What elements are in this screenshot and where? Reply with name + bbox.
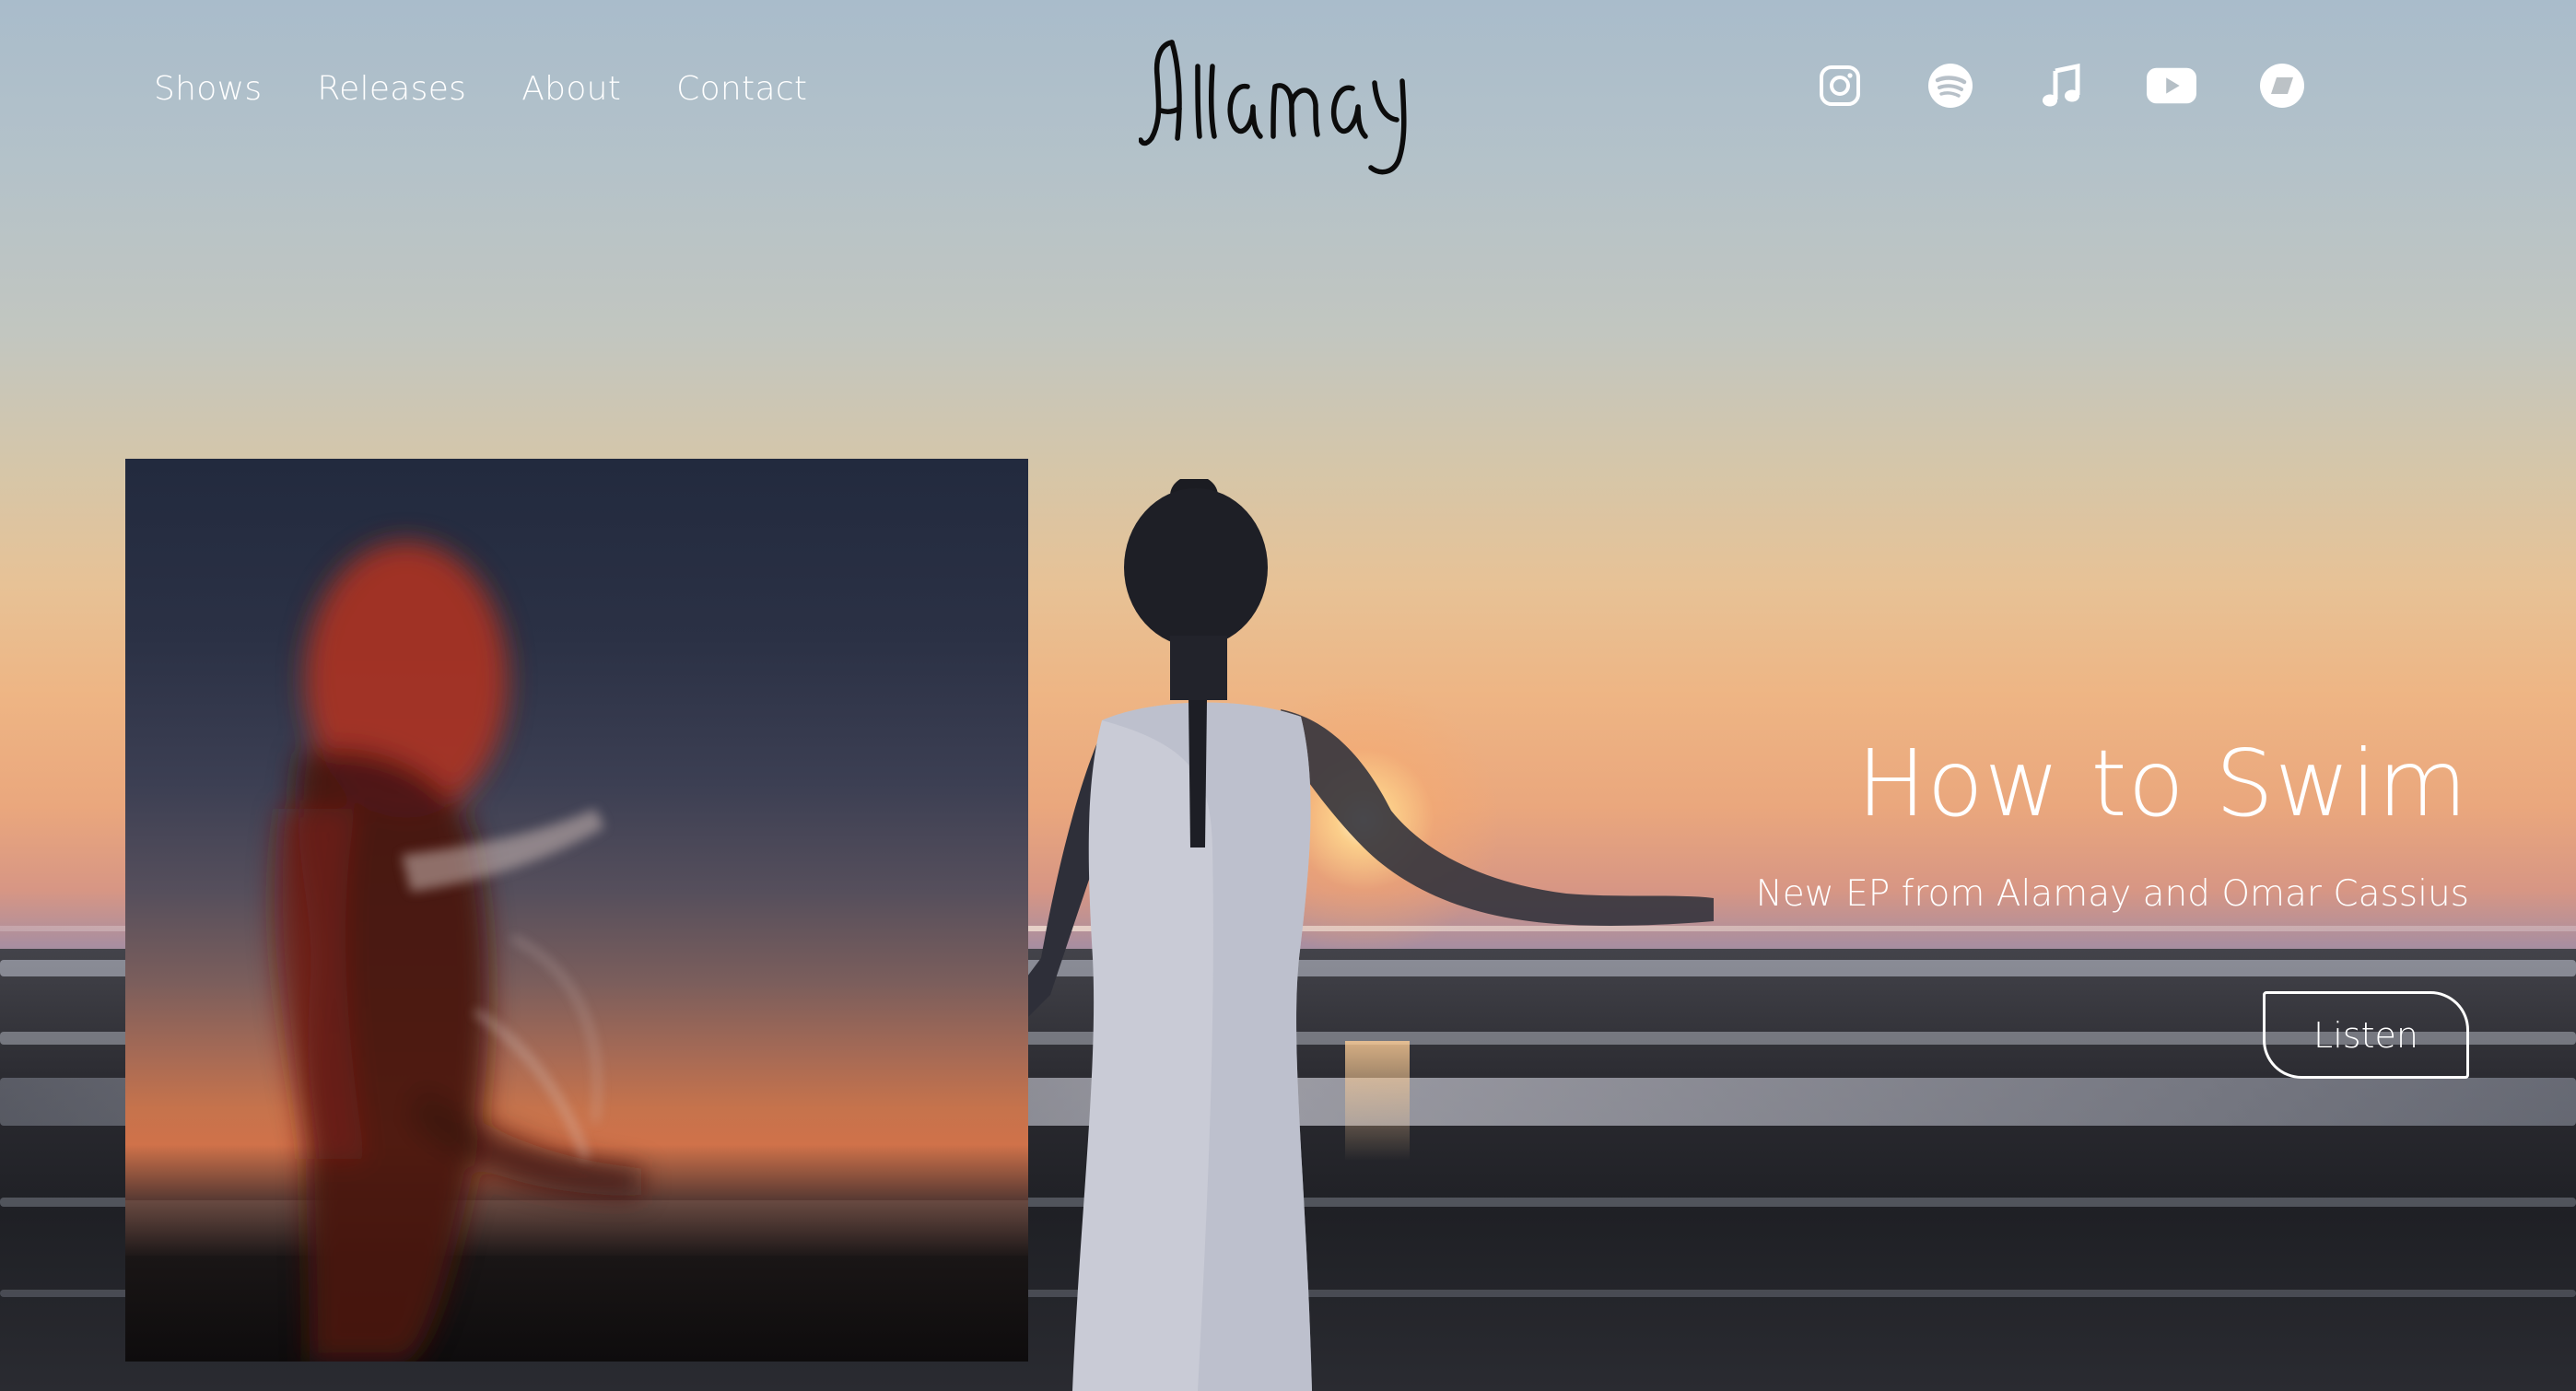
spotify-icon[interactable]: [1926, 61, 1975, 111]
release-title: How to Swim: [1856, 730, 2468, 837]
apple-music-icon[interactable]: [2036, 61, 2086, 111]
dancer-silhouette: [1013, 479, 1714, 1391]
nav-link-shows[interactable]: Shows: [154, 70, 262, 108]
youtube-icon[interactable]: [2147, 61, 2196, 111]
album-figure: [274, 542, 641, 1362]
nav-link-releases[interactable]: Releases: [317, 70, 466, 108]
alamay-logo[interactable]: [1139, 29, 1415, 177]
release-subtitle: New EP from Alamay and Omar Cassius: [1755, 873, 2469, 915]
bandcamp-icon[interactable]: [2257, 61, 2307, 111]
instagram-icon[interactable]: [1815, 61, 1865, 111]
listen-button[interactable]: Listen: [2263, 991, 2469, 1079]
nav-link-about[interactable]: About: [521, 70, 621, 108]
nav-link-contact[interactable]: Contact: [676, 70, 807, 108]
main-nav: Shows Releases About Contact: [154, 70, 807, 108]
social-links: [1815, 61, 2307, 111]
album-cover[interactable]: [125, 459, 1028, 1362]
